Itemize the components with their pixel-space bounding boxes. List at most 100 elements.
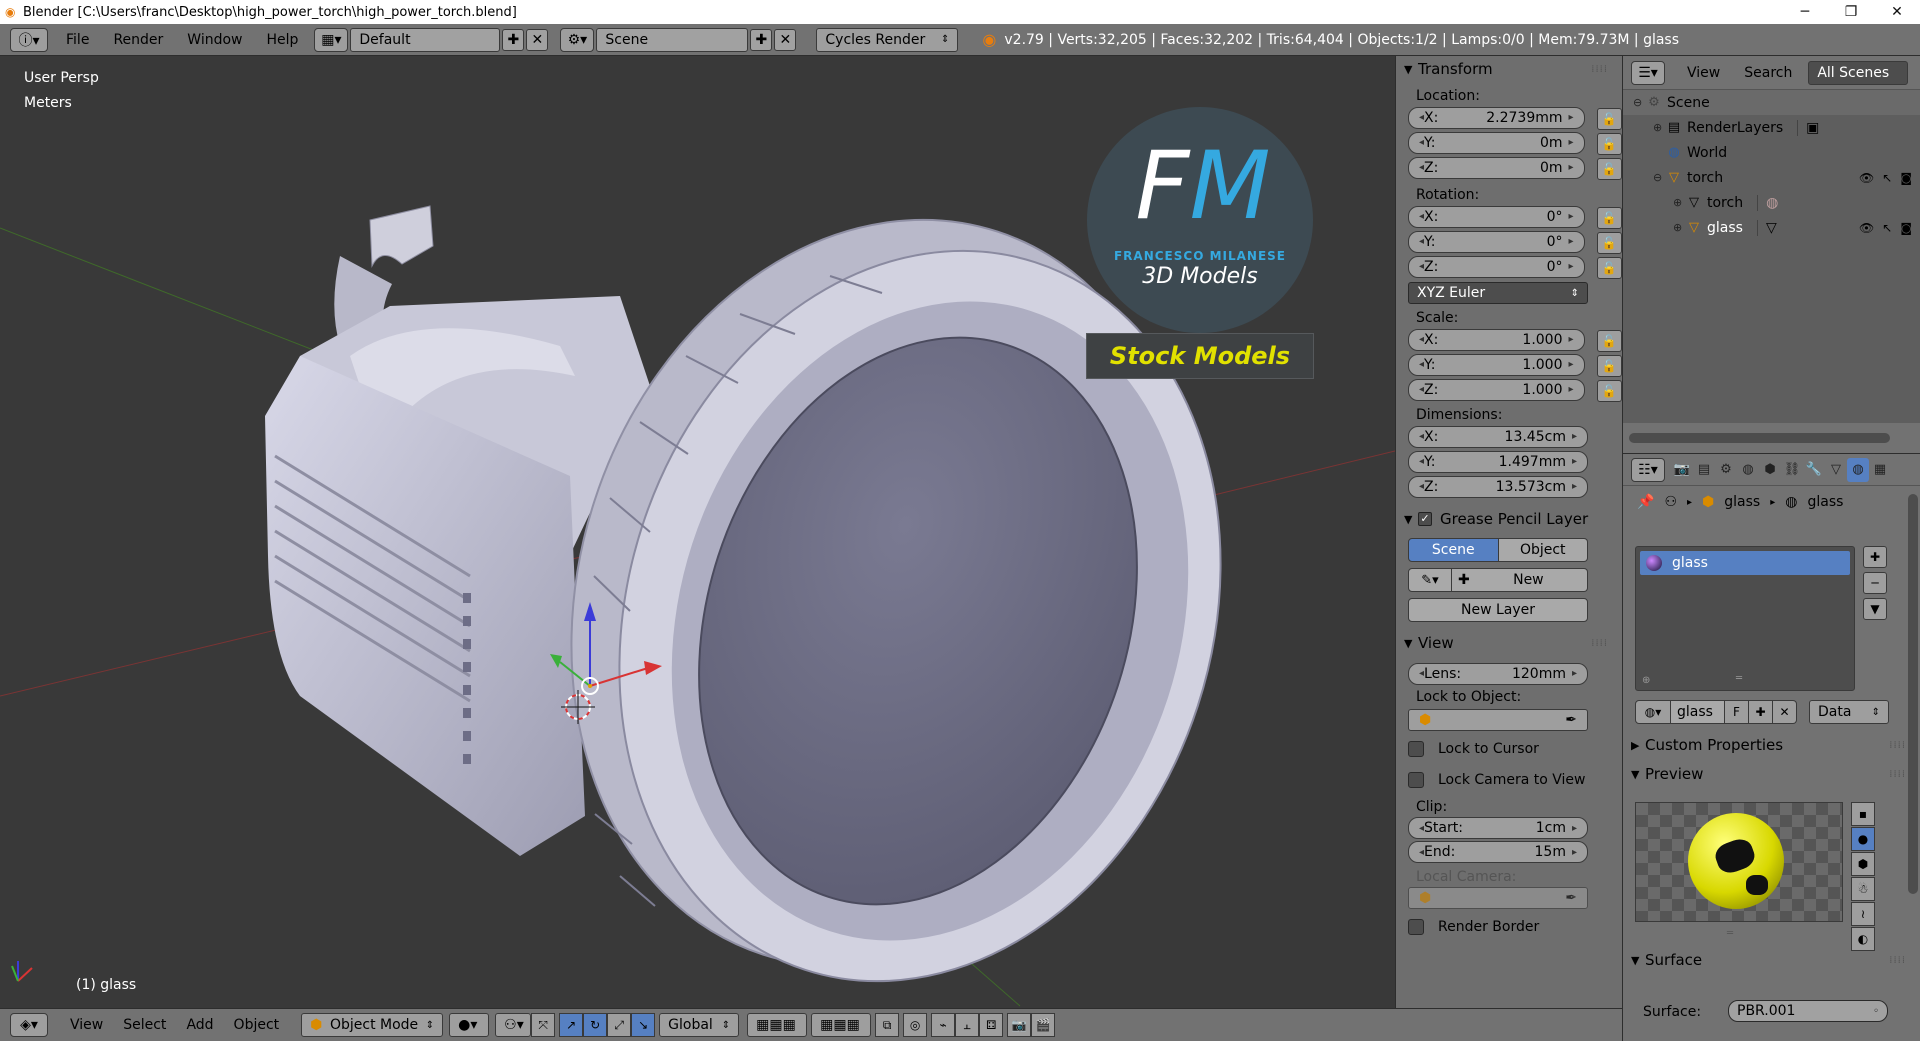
- transform-orientation-dropdown[interactable]: Global ⇕: [659, 1013, 740, 1037]
- lock-to-cursor-checkbox[interactable]: Lock to Cursor: [1396, 733, 1622, 764]
- editor-type-info-icon[interactable]: ⓘ▾: [10, 27, 48, 52]
- location-y-field[interactable]: ◂ Y: 0m ▸: [1408, 131, 1585, 154]
- render-border-checkbox[interactable]: Render Border: [1396, 911, 1622, 942]
- material-slot-list[interactable]: glass ⊕ ═: [1635, 546, 1855, 691]
- view-panel-header[interactable]: ▼ View ⁞⁞⁞⁞: [1396, 630, 1622, 656]
- location-z-field[interactable]: ◂ Z: 0m ▸: [1408, 156, 1585, 179]
- scale-x-field[interactable]: ◂ X: 1.000 ▸: [1408, 328, 1585, 351]
- lock-icon[interactable]: 🔓: [1596, 379, 1622, 402]
- texture-tab-icon[interactable]: ▦: [1869, 458, 1891, 482]
- lens-field[interactable]: ◂ Lens: 120mm ▸: [1408, 662, 1588, 685]
- pivot-point-dropdown[interactable]: ⚇▾: [495, 1013, 532, 1037]
- minimize-button[interactable]: ─: [1782, 4, 1828, 20]
- preview-monkey-icon[interactable]: ☃: [1851, 877, 1875, 901]
- lock-icon[interactable]: 🔓: [1596, 256, 1622, 279]
- increment-arrow-icon[interactable]: ▸: [1569, 334, 1574, 345]
- checkbox-checked-icon[interactable]: ✓: [1418, 512, 1432, 526]
- lock-icon[interactable]: 🔓: [1596, 157, 1622, 180]
- gp-object-tab[interactable]: Object: [1498, 538, 1588, 562]
- maximize-button[interactable]: ❐: [1828, 4, 1874, 20]
- grip-icon[interactable]: ⁞⁞⁞⁞: [1591, 638, 1608, 649]
- preview-flat-icon[interactable]: ▪: [1851, 802, 1875, 826]
- lock-icon[interactable]: 🔓: [1596, 206, 1622, 229]
- new-material-icon[interactable]: ✚: [1749, 700, 1773, 724]
- gp-new-button[interactable]: ✚ New: [1452, 568, 1588, 592]
- editor-type-properties-icon[interactable]: ☷▾: [1631, 457, 1665, 482]
- eye-icon[interactable]: 👁: [1859, 221, 1874, 235]
- grease-pencil-panel-header[interactable]: ▼ ✓ Grease Pencil Layer: [1396, 506, 1622, 532]
- preview-header[interactable]: ▼ Preview ⁞⁞⁞⁞: [1623, 761, 1920, 787]
- location-x-field[interactable]: ◂ X: 2.2739mm ▸: [1408, 106, 1585, 129]
- expand-icon[interactable]: ⊕: [1673, 196, 1685, 209]
- rotation-y-field[interactable]: ◂ Y: 0° ▸: [1408, 230, 1585, 253]
- eyedropper-icon[interactable]: ✒: [1565, 890, 1577, 906]
- gp-scene-tab[interactable]: Scene: [1408, 538, 1499, 562]
- menu-render[interactable]: Render: [101, 32, 175, 48]
- layers-grid-1[interactable]: ▦▦▦: [747, 1013, 808, 1037]
- cursor-icon[interactable]: ↖: [1882, 171, 1892, 185]
- outliner-display-mode[interactable]: All Scenes: [1808, 60, 1909, 85]
- local-camera-field[interactable]: ⬢ ✒: [1408, 887, 1588, 909]
- translate-manipulator-icon[interactable]: ↗: [559, 1013, 584, 1037]
- mode-dropdown[interactable]: ⬢ Object Mode ⇕: [301, 1013, 444, 1037]
- material-tab-icon[interactable]: ◍: [1847, 457, 1869, 482]
- properties-scrollbar[interactable]: [1908, 494, 1918, 894]
- remove-slot-icon[interactable]: ─: [1863, 572, 1887, 594]
- increment-arrow-icon[interactable]: ▸: [1572, 847, 1577, 858]
- rotation-x-field[interactable]: ◂ X: 0° ▸: [1408, 205, 1585, 228]
- render-still-icon[interactable]: 📷: [1007, 1013, 1032, 1037]
- increment-arrow-icon[interactable]: ▸: [1572, 481, 1577, 492]
- unlink-material-icon[interactable]: ✕: [1773, 700, 1797, 724]
- rotate-manipulator-icon[interactable]: ↻: [583, 1013, 608, 1037]
- render-engine-dropdown[interactable]: Cycles Render ⇕: [816, 27, 959, 52]
- scene-tab-icon[interactable]: ⚙: [1715, 458, 1737, 482]
- pin-icon[interactable]: 📌: [1637, 494, 1654, 510]
- add-screen-icon[interactable]: ✚: [502, 28, 525, 51]
- custom-properties-header[interactable]: ▶ Custom Properties ⁞⁞⁞⁞: [1623, 732, 1920, 758]
- snap-toggle-icon[interactable]: ⌁: [931, 1013, 956, 1037]
- outliner-menu-search[interactable]: Search: [1732, 65, 1804, 81]
- tree-item-torch-object[interactable]: ⊖ ▽ torch 👁 ↖ ◙: [1623, 165, 1920, 190]
- transform-panel-header[interactable]: ▼ Transform ⁞⁞⁞⁞: [1396, 56, 1622, 82]
- menu-help[interactable]: Help: [254, 32, 310, 48]
- dimension-x-field[interactable]: ◂ X: 13.45cm ▸: [1408, 425, 1588, 448]
- eyedropper-icon[interactable]: ✒: [1565, 712, 1577, 728]
- clip-start-field[interactable]: ◂ Start: 1cm ▸: [1408, 817, 1588, 839]
- material-browse-icon[interactable]: ◍▾: [1635, 700, 1671, 724]
- increment-arrow-icon[interactable]: ▸: [1572, 456, 1577, 467]
- material-slot-item[interactable]: glass: [1640, 551, 1850, 575]
- resize-handle-icon[interactable]: ⊕: [1642, 675, 1650, 686]
- screen-layout-field[interactable]: Default: [350, 27, 501, 52]
- 3d-viewport[interactable]: FM FRANCESCO MILANESE 3D Models Stock Mo…: [0, 56, 1395, 1008]
- increment-arrow-icon[interactable]: ▸: [1569, 162, 1574, 173]
- editor-type-3dview-icon[interactable]: ◈▾: [10, 1013, 48, 1037]
- scale-manipulator-icon[interactable]: ⤢: [607, 1013, 632, 1037]
- manipulator-toggle-icon[interactable]: ⤧: [531, 1013, 556, 1037]
- render-anim-icon[interactable]: 🎬: [1031, 1013, 1056, 1037]
- manipulator-mode-icon[interactable]: ↘: [631, 1013, 656, 1037]
- increment-arrow-icon[interactable]: ▸: [1572, 823, 1577, 834]
- lock-layers-icon[interactable]: ⧉: [875, 1013, 900, 1037]
- increment-arrow-icon[interactable]: ▸: [1569, 112, 1574, 123]
- constraints-tab-icon[interactable]: ⛓: [1781, 458, 1803, 482]
- rotation-mode-dropdown[interactable]: XYZ Euler ⇕: [1408, 282, 1588, 304]
- collapse-icon[interactable]: ⊖: [1653, 171, 1665, 184]
- grip-icon[interactable]: ⁞⁞⁞⁞: [1889, 769, 1906, 780]
- close-button[interactable]: ✕: [1874, 4, 1920, 20]
- tree-item-scene[interactable]: ⊖ ⚙ Scene: [1623, 90, 1920, 115]
- renderlayers-tab-icon[interactable]: ▤: [1693, 458, 1715, 482]
- slot-specials-icon[interactable]: ▼: [1863, 598, 1887, 620]
- eye-icon[interactable]: 👁: [1859, 171, 1874, 185]
- rotation-z-field[interactable]: ◂ Z: 0° ▸: [1408, 255, 1585, 278]
- camera-icon[interactable]: ◙: [1900, 171, 1912, 185]
- preview-hair-icon[interactable]: ≀: [1851, 902, 1875, 926]
- increment-arrow-icon[interactable]: ▸: [1572, 431, 1577, 442]
- lock-icon[interactable]: 🔓: [1596, 107, 1622, 130]
- delete-screen-icon[interactable]: ✕: [526, 28, 549, 51]
- increment-arrow-icon[interactable]: ▸: [1569, 211, 1574, 222]
- lock-icon[interactable]: 🔓: [1596, 354, 1622, 377]
- increment-arrow-icon[interactable]: ▸: [1569, 261, 1574, 272]
- material-name-field[interactable]: glass: [1671, 700, 1725, 724]
- material-link-dropdown[interactable]: Data ⇕: [1809, 700, 1889, 724]
- tree-item-renderlayers[interactable]: ⊕ ▤ RenderLayers ▣: [1623, 115, 1920, 140]
